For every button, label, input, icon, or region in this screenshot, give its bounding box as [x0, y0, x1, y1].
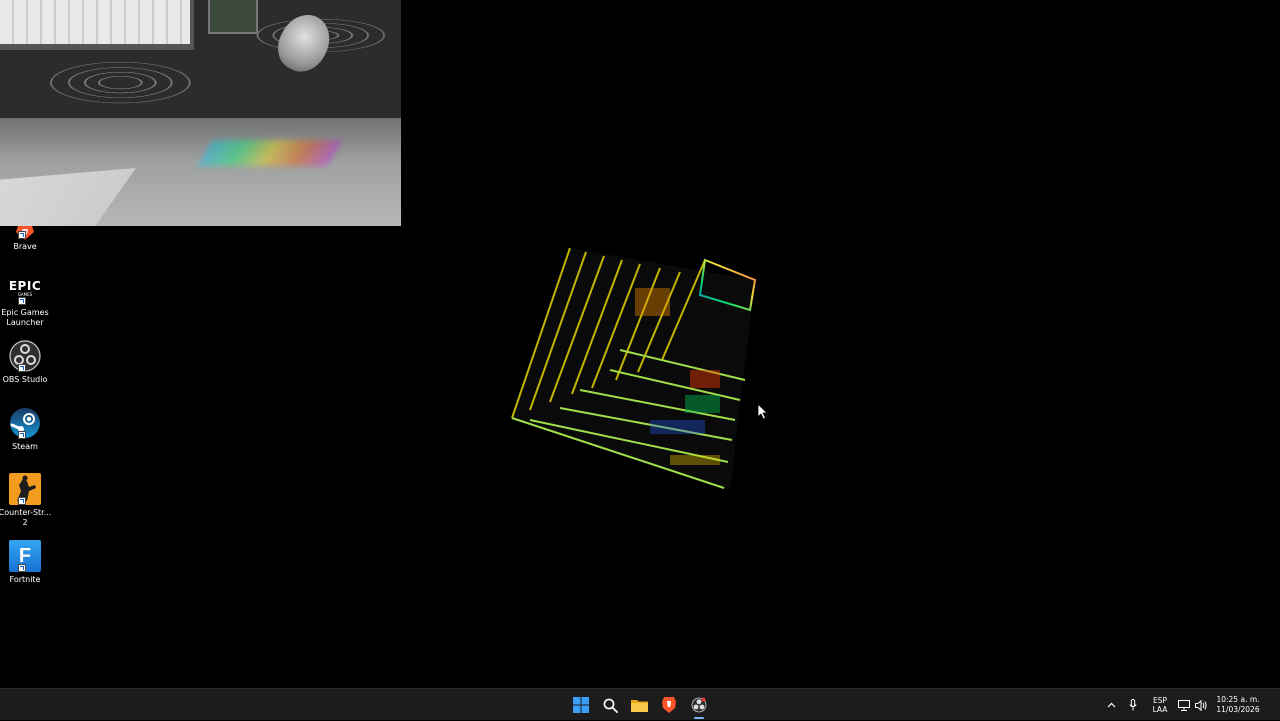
clock-button[interactable]: 10:25 a. m. 11/03/2026 — [1210, 689, 1280, 721]
desktop-icon-label: Steam — [12, 442, 38, 451]
device — [208, 0, 258, 34]
volume-button[interactable] — [1192, 689, 1210, 721]
system-tray: ESP LAA 10:25 a. m. 11/03/2026 — [1100, 689, 1280, 721]
epic-logo-text: EPIC — [8, 279, 42, 293]
clock-time: 10:25 a. m. — [1216, 695, 1260, 704]
chevron-up-icon — [1107, 702, 1115, 708]
desktop-icon-label: Fortnite — [9, 575, 41, 584]
language-line-1: ESP — [1152, 696, 1168, 705]
show-hidden-icons-button[interactable] — [1100, 689, 1122, 721]
desktop-icon-fortnite[interactable]: F Fortnite — [0, 539, 50, 585]
obs-icon — [8, 339, 42, 373]
shortcut-arrow-icon — [18, 297, 26, 305]
desktop-icon-steam[interactable]: Steam — [0, 406, 50, 452]
speaker-icon — [1195, 699, 1207, 711]
network-button[interactable] — [1176, 689, 1192, 721]
desktop-icon-obs-studio[interactable]: OBS Studio — [0, 339, 50, 385]
start-button[interactable] — [566, 689, 596, 721]
taskbar-apps — [566, 689, 714, 721]
desktop-icon-label: OBS Studio — [2, 375, 48, 384]
steam-icon — [8, 406, 42, 440]
shortcut-arrow-icon — [18, 231, 26, 239]
wallpaper-cube — [500, 240, 770, 500]
windows-icon — [572, 697, 589, 713]
taskbar: ESP LAA 10:25 a. m. 11/03/2026 — [0, 688, 1280, 720]
shortcut-arrow-icon — [18, 564, 26, 572]
desktop-icon-label: Brave — [13, 242, 37, 251]
microphone-button[interactable] — [1122, 689, 1144, 721]
keyboard — [0, 0, 194, 50]
file-explorer-button[interactable] — [625, 689, 655, 721]
shortcut-arrow-icon — [18, 431, 26, 439]
fortnite-icon: F — [8, 539, 42, 573]
brave-icon — [662, 697, 677, 713]
brave-taskbar-button[interactable] — [655, 689, 685, 721]
brave-icon — [8, 222, 42, 240]
clock-date: 11/03/2026 — [1216, 705, 1260, 714]
mouse-cursor-icon — [757, 403, 768, 424]
desktop-icon-label: Counter-Str... 2 — [0, 508, 52, 527]
microphone-icon — [1129, 699, 1137, 711]
desktop-icon-counter-strike-2[interactable]: Counter-Str... 2 — [0, 472, 52, 527]
webcam-overlay — [0, 0, 401, 226]
search-button[interactable] — [596, 689, 626, 721]
language-indicator[interactable]: ESP LAA — [1144, 689, 1176, 721]
desktop-icon-brave[interactable]: Brave — [0, 222, 50, 252]
language-line-2: LAA — [1152, 705, 1168, 714]
obs-icon — [691, 697, 707, 713]
shortcut-arrow-icon — [18, 497, 26, 505]
shortcut-arrow-icon — [18, 364, 26, 372]
desktop-icon-label: Epic Games Launcher — [1, 308, 49, 327]
network-icon — [1178, 699, 1190, 711]
desktop-icon-epic-games-launcher[interactable]: EPIC GAMES Epic Games Launcher — [0, 272, 50, 327]
counter-strike-icon — [8, 472, 42, 506]
folder-icon — [631, 700, 649, 712]
search-icon — [603, 698, 618, 713]
epic-games-icon: EPIC GAMES — [8, 272, 42, 306]
obs-taskbar-button[interactable] — [684, 689, 714, 721]
light-reflection — [197, 140, 343, 166]
